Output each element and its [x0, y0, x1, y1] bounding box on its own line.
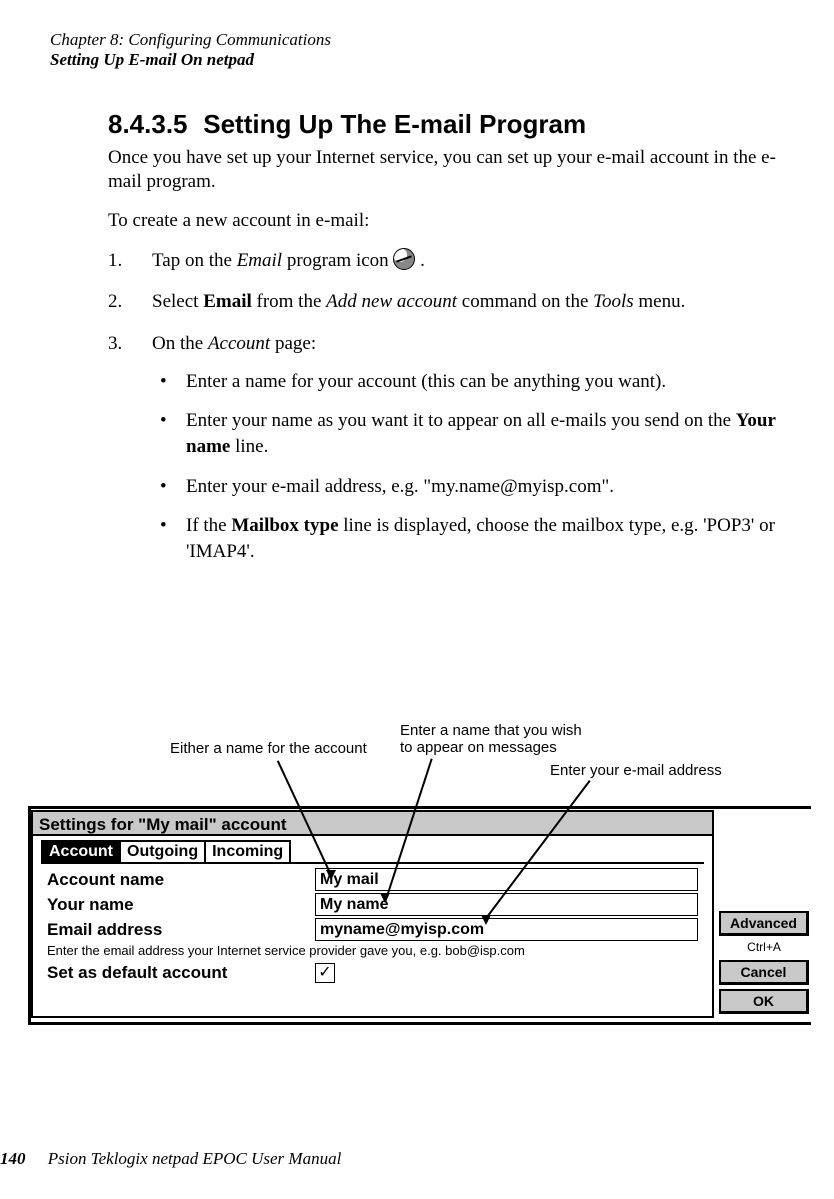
step-3: 3. On the Account page: Enter a name for…: [108, 331, 788, 564]
label-account-name: Account name: [47, 869, 315, 891]
callout-account-name: Either a name for the account: [170, 740, 367, 757]
substep-1: Enter a name for your account (this can …: [156, 369, 788, 395]
manual-title: Psion Teklogix netpad EPOC User Manual: [48, 1149, 342, 1168]
section-heading: 8.4.3.5 Setting Up The E-mail Program: [108, 109, 788, 140]
callout-email: Enter your e-mail address: [550, 762, 722, 779]
page-footer: 140 Psion Teklogix netpad EPOC User Manu…: [0, 1149, 341, 1169]
tab-account[interactable]: Account: [41, 840, 121, 862]
step-1: 1. Tap on the Email program icon .: [108, 248, 788, 274]
intro-paragraph-2: To create a new account in e-mail:: [108, 209, 788, 234]
label-email: Email address: [47, 919, 315, 941]
substeps-list: Enter a name for your account (this can …: [156, 369, 788, 565]
heading-title: Setting Up The E-mail Program: [203, 109, 586, 139]
settings-dialog: Settings for "My mail" account Account O…: [28, 806, 811, 1025]
advanced-shortcut: Ctrl+A: [719, 940, 809, 956]
input-your-name[interactable]: My name: [315, 893, 698, 916]
step-2: 2. Select Email from the Add new account…: [108, 289, 788, 315]
tab-outgoing[interactable]: Outgoing: [119, 840, 206, 862]
advanced-button[interactable]: Advanced: [719, 911, 809, 936]
intro-paragraph-1: Once you have set up your Internet servi…: [108, 146, 788, 195]
input-email[interactable]: myname@myisp.com: [315, 918, 698, 941]
row-your-name: Your name My name: [47, 893, 698, 916]
tab-incoming[interactable]: Incoming: [204, 840, 291, 862]
row-email: Email address myname@myisp.com: [47, 918, 698, 941]
ok-button[interactable]: OK: [719, 989, 809, 1014]
label-your-name: Your name: [47, 894, 315, 916]
checkbox-default[interactable]: ✓: [315, 963, 335, 983]
row-default: Set as default account ✓: [47, 962, 698, 984]
page-number: 140: [0, 1149, 26, 1168]
heading-number: 8.4.3.5: [108, 109, 196, 140]
section-title: Setting Up E-mail On netpad: [50, 50, 788, 70]
substep-4: If the Mailbox type line is displayed, c…: [156, 513, 788, 564]
dialog-main-panel: Settings for "My mail" account Account O…: [31, 810, 714, 1018]
label-default: Set as default account: [47, 962, 315, 984]
dialog-button-column: Advanced Ctrl+A Cancel OK: [719, 911, 809, 1014]
running-header: Chapter 8: Configuring Communications Se…: [50, 30, 788, 71]
input-account-name[interactable]: My mail: [315, 868, 698, 891]
cancel-button[interactable]: Cancel: [719, 960, 809, 985]
steps-list: 1. Tap on the Email program icon . 2. Se…: [108, 248, 788, 565]
substep-2: Enter your name as you want it to appear…: [156, 408, 788, 459]
chapter-title: Chapter 8: Configuring Communications: [50, 30, 788, 50]
substep-3: Enter your e-mail address, e.g. "my.name…: [156, 474, 788, 500]
email-hint: Enter the email address your Internet se…: [47, 943, 698, 958]
dialog-tabs: Account Outgoing Incoming: [41, 840, 289, 862]
email-program-icon: [393, 248, 415, 270]
dialog-form: Account name My mail Your name My name E…: [47, 868, 698, 986]
callout-your-name: Enter a name that you wish to appear on …: [400, 722, 582, 757]
dialog-title-bar: Settings for "My mail" account: [33, 812, 712, 836]
row-account-name: Account name My mail: [47, 868, 698, 891]
